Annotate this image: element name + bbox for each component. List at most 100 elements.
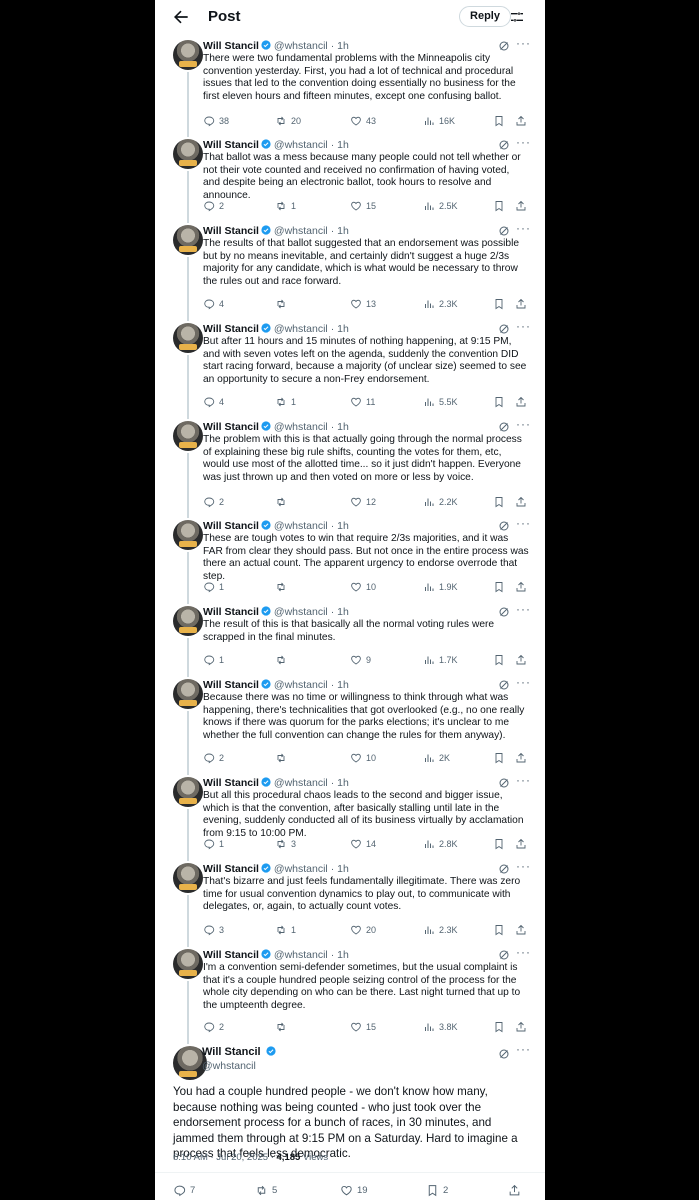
author-name[interactable]: Will Stancil — [203, 863, 259, 875]
reply-action[interactable]: 1 — [203, 580, 224, 594]
more-icon[interactable]: ··· — [516, 417, 531, 431]
author-handle[interactable]: @whstancil — [274, 679, 328, 691]
author-handle[interactable]: @whstancil — [274, 421, 328, 433]
avatar[interactable] — [173, 323, 203, 353]
author-handle[interactable]: @whstancil — [274, 225, 328, 237]
bookmark-action[interactable] — [493, 495, 505, 509]
avatar[interactable] — [173, 520, 203, 550]
avatar[interactable] — [173, 679, 203, 709]
post-time[interactable]: 1h — [337, 139, 349, 151]
author-name[interactable]: Will Stancil — [203, 520, 259, 532]
author-handle[interactable]: @whstancil — [274, 863, 328, 875]
author-name[interactable]: Will Stancil — [203, 777, 259, 789]
repost-action[interactable]: 1 — [275, 923, 296, 937]
grok-icon[interactable] — [498, 606, 510, 618]
more-icon[interactable]: ··· — [516, 945, 531, 959]
bookmark-action[interactable] — [493, 653, 505, 667]
more-icon[interactable]: ··· — [516, 1042, 531, 1056]
author-handle[interactable]: @whstancil — [274, 606, 328, 618]
reply-action[interactable]: 4 — [203, 297, 224, 311]
like-action[interactable]: 43 — [350, 114, 376, 128]
share-action[interactable] — [515, 923, 527, 937]
like-action[interactable]: 9 — [350, 653, 371, 667]
like-action[interactable]: 19 — [340, 1183, 368, 1197]
like-action[interactable]: 10 — [350, 751, 376, 765]
more-icon[interactable]: ··· — [516, 859, 531, 873]
avatar[interactable] — [173, 40, 203, 70]
bookmark-action[interactable] — [493, 923, 505, 937]
repost-action[interactable] — [275, 751, 291, 765]
like-action[interactable]: 10 — [350, 580, 376, 594]
share-action[interactable] — [515, 395, 527, 409]
repost-action[interactable]: 1 — [275, 395, 296, 409]
grok-icon[interactable] — [498, 139, 510, 151]
bookmark-action[interactable] — [493, 837, 505, 851]
bookmark-action[interactable] — [493, 580, 505, 594]
author-handle[interactable]: @whstancil — [274, 323, 328, 335]
grok-icon[interactable] — [498, 949, 510, 961]
views-action[interactable]: 2.3K — [423, 923, 458, 937]
more-icon[interactable]: ··· — [516, 319, 531, 333]
repost-action[interactable]: 1 — [275, 199, 296, 213]
more-icon[interactable]: ··· — [516, 135, 531, 149]
post-time[interactable]: 1h — [337, 323, 349, 335]
bookmark-action[interactable] — [493, 199, 505, 213]
like-action[interactable]: 20 — [350, 923, 376, 937]
grok-icon[interactable] — [498, 323, 510, 335]
bookmark-action[interactable]: 2 — [426, 1183, 448, 1197]
more-icon[interactable]: ··· — [516, 602, 531, 616]
like-action[interactable]: 11 — [350, 395, 375, 409]
author-name[interactable]: Will Stancil — [203, 323, 259, 335]
repost-action[interactable]: 3 — [275, 837, 296, 851]
bookmark-action[interactable] — [493, 1020, 505, 1034]
like-action[interactable]: 15 — [350, 199, 376, 213]
grok-icon[interactable] — [498, 777, 510, 789]
grok-icon[interactable] — [498, 520, 510, 532]
avatar[interactable] — [173, 863, 203, 893]
share-action[interactable] — [515, 1020, 527, 1034]
avatar[interactable] — [173, 225, 203, 255]
author-name[interactable]: Will Stancil — [203, 225, 259, 237]
back-arrow-icon[interactable] — [171, 7, 191, 27]
reply-action[interactable]: 3 — [203, 923, 224, 937]
grok-icon[interactable] — [498, 863, 510, 875]
share-action[interactable] — [515, 751, 527, 765]
bookmark-action[interactable] — [493, 395, 505, 409]
reply-button[interactable]: Reply — [459, 6, 511, 27]
grok-icon[interactable] — [498, 225, 510, 237]
post-time[interactable]: 1h — [337, 606, 349, 618]
repost-action[interactable] — [275, 653, 291, 667]
author-name[interactable]: Will Stancil — [203, 139, 259, 151]
like-action[interactable]: 13 — [350, 297, 376, 311]
avatar[interactable] — [173, 421, 203, 451]
bookmark-action[interactable] — [493, 751, 505, 765]
avatar[interactable] — [173, 777, 203, 807]
like-action[interactable]: 15 — [350, 1020, 376, 1034]
share-action[interactable] — [508, 1183, 521, 1197]
author-name[interactable]: Will Stancil — [203, 679, 259, 691]
author-handle[interactable]: @whstancil — [274, 949, 328, 961]
more-icon[interactable]: ··· — [516, 36, 531, 50]
more-icon[interactable]: ··· — [516, 675, 531, 689]
repost-action[interactable] — [275, 297, 291, 311]
avatar[interactable] — [173, 606, 203, 636]
share-action[interactable] — [515, 837, 527, 851]
post-time[interactable]: 1h — [337, 421, 349, 433]
author-name[interactable]: Will Stancil — [203, 949, 259, 961]
reply-action[interactable]: 2 — [203, 199, 224, 213]
author-name[interactable]: Will Stancil — [203, 606, 259, 618]
share-action[interactable] — [515, 495, 527, 509]
views-action[interactable]: 2.5K — [423, 199, 458, 213]
avatar[interactable] — [173, 949, 203, 979]
repost-action[interactable] — [275, 580, 291, 594]
post-time[interactable]: 1h — [337, 40, 349, 52]
author-handle[interactable]: @whstancil — [274, 777, 328, 789]
author-handle[interactable]: @whstancil — [274, 139, 328, 151]
share-action[interactable] — [515, 653, 527, 667]
like-action[interactable]: 14 — [350, 837, 376, 851]
author-handle[interactable]: @whstancil — [274, 520, 328, 532]
views-action[interactable]: 1.7K — [423, 653, 458, 667]
grok-icon[interactable] — [498, 40, 510, 52]
reply-action[interactable]: 7 — [173, 1183, 195, 1197]
repost-action[interactable] — [275, 1020, 291, 1034]
